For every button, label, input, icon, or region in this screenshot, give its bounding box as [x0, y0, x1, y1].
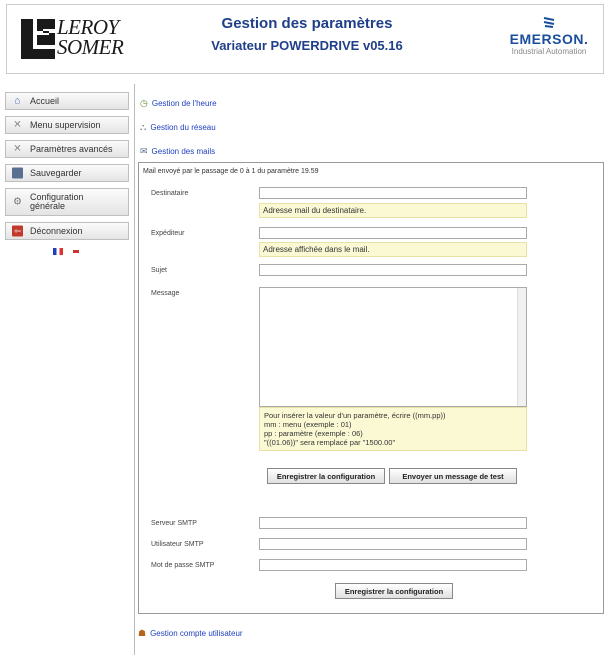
link-label: Gestion compte utilisateur [150, 629, 243, 638]
smtp-server-label: Serveur SMTP [151, 520, 197, 527]
message-hint: Pour insérer la valeur d'un paramètre, é… [259, 407, 527, 451]
leroy-somer-wordmark: LEROY SOMER [57, 15, 124, 59]
sender-label: Expéditeur [151, 230, 185, 237]
flag-en-icon[interactable] [71, 248, 82, 256]
nav-deconnexion-button[interactable]: ⇦ Déconnexion [5, 222, 129, 240]
emerson-wordmark: EMERSON. [509, 31, 589, 47]
clock-icon: ◷ [140, 98, 148, 108]
logout-icon: ⇦ [12, 225, 23, 237]
message-label: Message [151, 290, 180, 297]
message-textarea[interactable] [259, 287, 527, 407]
mail-settings-panel: Mail envoyé par le passage de 0 à 1 du p… [138, 162, 604, 614]
emerson-logo: EMERSON. Industrial Automation [501, 15, 597, 56]
message-scrollbar[interactable] [517, 288, 526, 406]
smtp-user-label: Utilisateur SMTP [151, 541, 204, 548]
nav-label: Déconnexion [30, 226, 83, 236]
hint-line: "((01.06))" sera remplacé par "1500.00" [264, 438, 396, 447]
link-gestion-reseau[interactable]: ⛬ Gestion du réseau [140, 122, 216, 133]
link-label: Gestion du réseau [150, 123, 216, 132]
hint-line: pp : paramètre (exemple : 06) [264, 429, 363, 438]
nav-label: Configuration générale [30, 192, 84, 211]
sender-input[interactable] [259, 227, 527, 239]
logo-line-1: LEROY [57, 15, 119, 39]
mail-icon: ✉ [140, 146, 148, 156]
emerson-mark-icon [501, 15, 597, 31]
hint-line: Pour insérer la valeur d'un paramètre, é… [264, 411, 446, 420]
page-header: LEROY SOMER Gestion des paramètres Varia… [6, 4, 604, 74]
hint-line: mm : menu (exemple : 01) [264, 420, 352, 429]
nav-label: Paramètres avancés [30, 144, 113, 154]
page-title: Gestion des paramètres [221, 15, 393, 32]
wrench-icon: ✕ [13, 143, 22, 155]
header-titles: Gestion des paramètres Variateur POWERDR… [167, 15, 447, 53]
smtp-user-input[interactable] [259, 538, 527, 550]
nav-parametres-avances-button[interactable]: ✕ Paramètres avancés [5, 140, 129, 158]
gear-icon: ⚙ [13, 196, 22, 208]
panel-title: Mail envoyé par le passage de 0 à 1 du p… [143, 168, 319, 175]
save-icon [12, 167, 23, 179]
link-label: Gestion des mails [151, 147, 216, 156]
nav-label: Menu supervision [30, 120, 101, 130]
recipient-hint: Adresse mail du destinataire. [259, 203, 527, 218]
recipient-input[interactable] [259, 187, 527, 199]
network-icon: ⛬ [140, 122, 147, 132]
link-gestion-heure[interactable]: ◷ Gestion de l'heure [140, 98, 217, 109]
smtp-password-input[interactable] [259, 559, 527, 571]
smtp-password-label: Mot de passe SMTP [151, 562, 215, 569]
nav-menu-supervision-button[interactable]: ✕ Menu supervision [5, 116, 129, 134]
user-icon: ☗ [138, 628, 147, 638]
logo-line-2: SOMER [57, 35, 124, 59]
nav-accueil-button[interactable]: ⌂ Accueil [5, 92, 129, 110]
wrench-icon: ✕ [13, 119, 22, 131]
link-label: Gestion de l'heure [151, 99, 217, 108]
send-test-button[interactable]: Envoyer un message de test [389, 468, 517, 484]
language-switcher [5, 246, 129, 256]
save-config-button-2[interactable]: Enregistrer la configuration [335, 583, 453, 599]
nav-configuration-generale-button[interactable]: ⚙ Configuration générale [5, 188, 129, 216]
nav-label: Accueil [30, 96, 60, 106]
link-gestion-compte[interactable]: ☗ Gestion compte utilisateur [138, 628, 243, 639]
nav-label: Sauvegarder [30, 168, 82, 178]
flag-fr-icon[interactable] [52, 248, 63, 256]
subject-input[interactable] [259, 264, 527, 276]
page-subtitle: Variateur POWERDRIVE v05.16 [211, 38, 403, 53]
home-icon: ⌂ [14, 95, 21, 107]
leroy-somer-logo: LEROY SOMER [19, 13, 159, 63]
sidebar: ⌂ Accueil ✕ Menu supervision ✕ Paramètre… [5, 92, 129, 256]
link-gestion-mails[interactable]: ✉ Gestion des mails [140, 146, 215, 157]
save-config-button[interactable]: Enregistrer la configuration [267, 468, 385, 484]
emerson-tagline: Industrial Automation [511, 47, 587, 56]
sidebar-divider [134, 84, 135, 655]
recipient-label: Destinataire [151, 190, 189, 197]
smtp-server-input[interactable] [259, 517, 527, 529]
sender-hint: Adresse affichée dans le mail. [259, 242, 527, 257]
subject-label: Sujet [151, 267, 167, 274]
leroy-somer-mark-icon [21, 19, 55, 59]
nav-sauvegarder-button[interactable]: Sauvegarder [5, 164, 129, 182]
